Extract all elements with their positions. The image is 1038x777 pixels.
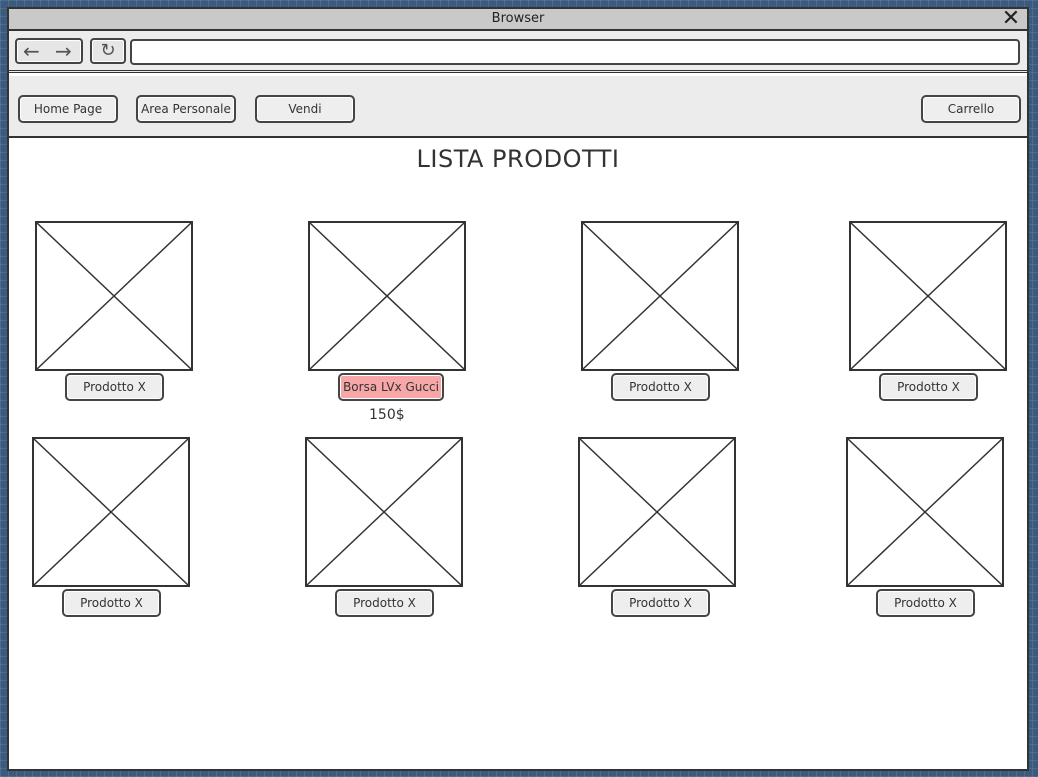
product-image-placeholder[interactable]: [846, 437, 1004, 587]
nav-buttons: ← →: [15, 38, 83, 64]
product-button[interactable]: Prodotto X: [876, 589, 975, 617]
browser-toolbar: ← → ↻: [9, 31, 1027, 73]
product-image-placeholder[interactable]: [32, 437, 190, 587]
product-image-placeholder[interactable]: [578, 437, 736, 587]
address-bar[interactable]: [130, 39, 1020, 65]
carrello-button[interactable]: Carrello: [921, 95, 1021, 123]
nav-menu: Home Page Area Personale Vendi Carrello: [9, 76, 1027, 138]
product-image-placeholder[interactable]: [308, 221, 466, 371]
product-image-placeholder[interactable]: [581, 221, 739, 371]
page-title: LISTA PRODOTTI: [416, 145, 620, 173]
product-button[interactable]: Prodotto X: [335, 589, 434, 617]
product-button[interactable]: Prodotto X: [65, 373, 164, 401]
product-button[interactable]: Prodotto X: [611, 373, 710, 401]
title-bar: Browser ✕: [9, 9, 1027, 31]
close-icon[interactable]: ✕: [1001, 9, 1021, 30]
vendi-button[interactable]: Vendi: [255, 95, 355, 123]
window-title: Browser: [491, 11, 545, 26]
product-button[interactable]: Prodotto X: [879, 373, 978, 401]
area-personale-button[interactable]: Area Personale: [136, 95, 236, 123]
product-button[interactable]: Prodotto X: [611, 589, 710, 617]
browser-window: Browser ✕ ← → ↻ Home Page Area Personale…: [7, 7, 1029, 771]
home-page-button[interactable]: Home Page: [18, 95, 118, 123]
product-image-placeholder[interactable]: [35, 221, 193, 371]
product-button-borsa[interactable]: Borsa LVx Gucci: [338, 373, 444, 401]
forward-arrow-icon[interactable]: →: [55, 41, 72, 61]
reload-icon[interactable]: ↻: [90, 38, 126, 64]
product-image-placeholder[interactable]: [305, 437, 463, 587]
product-button[interactable]: Prodotto X: [62, 589, 161, 617]
product-image-placeholder[interactable]: [849, 221, 1007, 371]
product-price: 150$: [369, 407, 405, 423]
back-arrow-icon[interactable]: ←: [23, 41, 40, 61]
